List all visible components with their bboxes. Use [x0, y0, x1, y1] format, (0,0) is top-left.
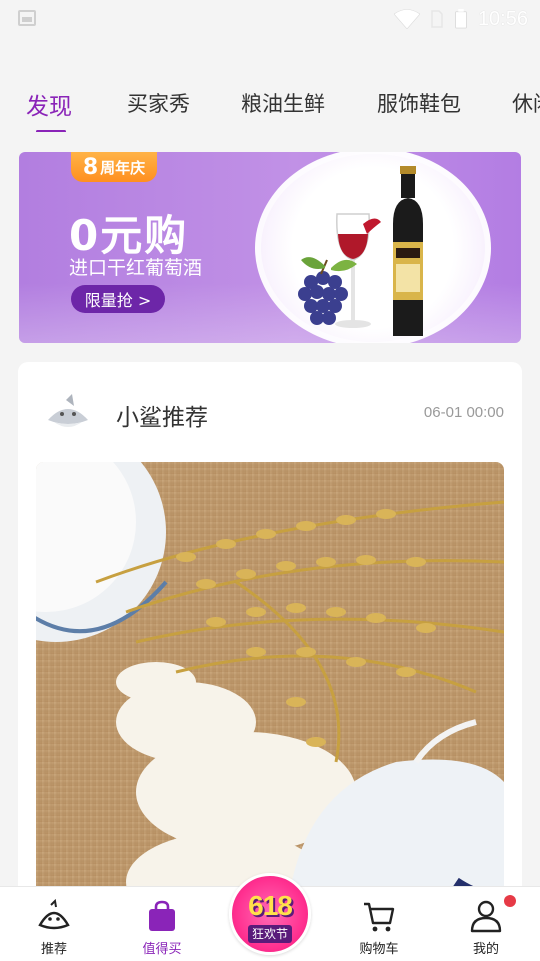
nav-recommend-label: 推荐	[40, 942, 67, 957]
post-photo-rice[interactable]	[36, 462, 504, 922]
cart-icon	[364, 902, 395, 932]
nav-cart[interactable]: 购物车	[329, 887, 429, 961]
wine-illustration	[298, 166, 423, 336]
nav-worth-buying[interactable]: 值得买	[112, 887, 212, 961]
limited-grab-button[interactable]: 限量抢 >	[71, 285, 165, 313]
tab-discover[interactable]: 发现	[26, 87, 72, 121]
nav-worth-buying-label: 值得买	[142, 942, 182, 957]
nav-mine-label: 我的	[472, 942, 499, 957]
nav-mine[interactable]: 我的	[436, 887, 536, 961]
status-bar: 10:56	[0, 0, 540, 38]
tab-leisure[interactable]: 休闲	[512, 88, 540, 118]
post-card[interactable]: 小鲨推荐 06-01 00:00	[18, 362, 522, 922]
shark-icon	[38, 899, 70, 930]
clock: 10:56	[477, 7, 528, 30]
post-time: 06-01 00:00	[423, 404, 504, 421]
anniversary-number: 8	[82, 154, 99, 180]
tab-active-indicator	[36, 130, 66, 132]
nav-recommend[interactable]: 推荐	[4, 887, 104, 961]
wifi-icon	[393, 9, 420, 29]
rice-photo-illustration	[36, 462, 504, 922]
shopping-bag-icon	[149, 900, 175, 931]
anniversary-badge: 8 周年庆	[71, 152, 157, 182]
battery-icon	[455, 9, 467, 29]
sim-icon	[431, 10, 443, 28]
notification-badge	[504, 895, 516, 907]
nav-cart-label: 购物车	[359, 942, 399, 957]
image-notification-icon	[18, 10, 36, 26]
tab-buyer-show[interactable]: 买家秀	[127, 88, 190, 118]
tab-grain-fresh[interactable]: 粮油生鲜	[241, 88, 325, 118]
promo-618-number: 618	[248, 890, 293, 921]
promo-618-button[interactable]: 618 狂欢节	[229, 873, 311, 955]
user-icon	[470, 900, 502, 933]
shark-avatar	[48, 394, 88, 427]
tab-apparel[interactable]: 服饰鞋包	[377, 88, 461, 118]
promo-618-text: 狂欢节	[248, 925, 292, 943]
category-tabs: 发现 买家秀 粮油生鲜 服饰鞋包 休闲	[0, 80, 540, 132]
status-icons: 10:56	[393, 6, 528, 32]
post-author: 小鲨推荐	[116, 405, 208, 431]
banner-subtitle: 进口干红葡萄酒	[69, 257, 203, 279]
promo-banner[interactable]: 8 周年庆 0元购 进口干红葡萄酒 限量抢 >	[19, 152, 521, 343]
anniversary-text: 周年庆	[100, 158, 146, 177]
